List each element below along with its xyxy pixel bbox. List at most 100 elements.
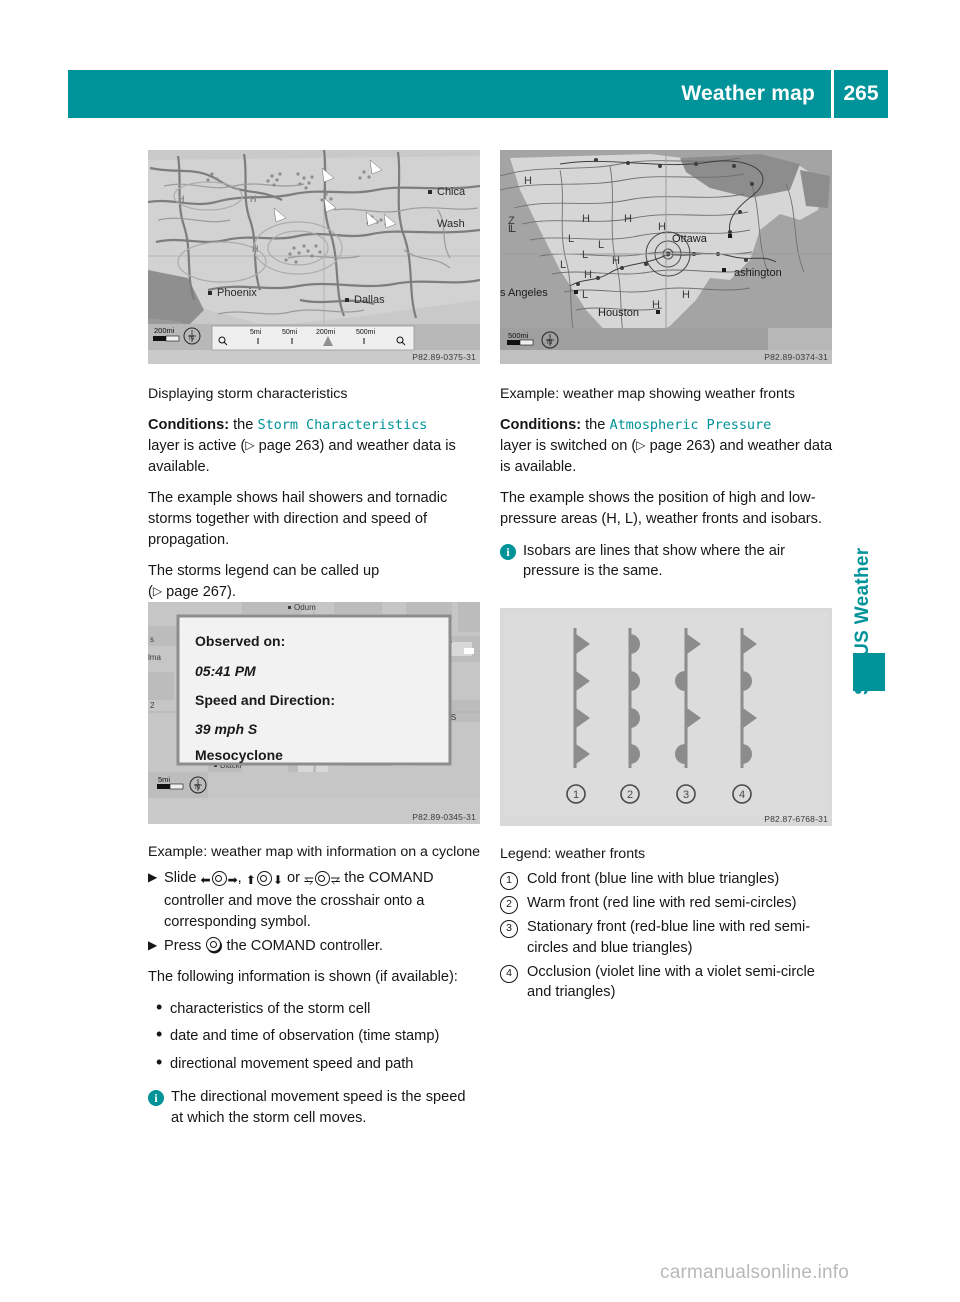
map-label-phoenix: Phoenix — [217, 287, 257, 299]
instruction-step-slide: ▶ Slide ⬅ ➡, ⬆ ⬇ or ⥧ ⥩ the COMAND controll… — [148, 868, 480, 932]
conditions-the: the — [585, 417, 606, 434]
step1-comma: , — [237, 870, 242, 887]
left-text-column-lower: Example: weather map with information on… — [148, 836, 480, 1139]
svg-text:Z: Z — [508, 215, 515, 227]
conditions-label: Conditions: — [148, 417, 230, 434]
conditions-rest-a: layer is active ( — [148, 437, 246, 454]
figure-fronts-diagram: 1 2 3 4 P82.87-6768-31 — [500, 608, 832, 826]
page-title: Weather map — [681, 82, 815, 105]
list-item: • date and time of observation (time sta… — [148, 1024, 480, 1047]
comand-slide-horizontal-icon: ⬅ ➡ — [200, 871, 238, 888]
figure-code: P82.87-6768-31 — [764, 814, 828, 824]
svg-text:2: 2 — [150, 701, 155, 710]
step2-verb: Press — [164, 938, 202, 955]
page-reference-263[interactable]: page 263 — [259, 438, 320, 454]
bullet-icon: • — [156, 1024, 163, 1045]
svg-text:H: H — [682, 289, 690, 301]
header-title-bar: Weather map — [68, 70, 831, 118]
left-text-column: Displaying storm characteristics Conditi… — [148, 378, 480, 614]
info-icon: i — [148, 1089, 164, 1106]
svg-text:H: H — [582, 213, 590, 225]
storms-legend-close: ). — [227, 584, 236, 601]
legend-number: 2 — [500, 896, 518, 915]
legend-label: Cold front (blue line with blue triangle… — [527, 871, 780, 888]
map-label-houston: Houston — [598, 307, 639, 319]
svg-text:L: L — [598, 239, 604, 251]
right-legend-column: Legend: weather fronts 1 Cold front (blu… — [500, 838, 838, 1006]
info-note-text: The directional movement speed is the sp… — [171, 1088, 466, 1126]
cyclone-map-graphic: Odum Blackl s lma 2 ux, S us, S us, S 8 … — [148, 602, 480, 824]
popup-speed-label: Speed and Direction: — [195, 692, 335, 708]
svg-text:N: N — [189, 335, 194, 342]
svg-text:H: H — [252, 244, 259, 254]
popup-observed-label: Observed on: — [195, 633, 285, 649]
instruction-step-press: ▶ Press the COMAND controller. — [148, 936, 480, 957]
map-label-dallas: Dallas — [354, 294, 385, 306]
comand-press-icon — [206, 937, 222, 953]
conditions-paragraph-left: Conditions: the Storm Characteristics la… — [148, 415, 480, 477]
page-header: Weather map 265 — [68, 70, 888, 118]
example-paragraph-left: The example shows hail showers and torna… — [148, 490, 448, 548]
legend-number: 4 — [500, 964, 518, 983]
map-label-washington: Wash — [437, 218, 465, 230]
storms-legend-paragraph: The storms legend can be called up (▷ pa… — [148, 563, 380, 601]
info-icon: i — [500, 543, 516, 560]
info-note-left: i The directional movement speed is the … — [148, 1087, 480, 1128]
page-reference-267[interactable]: page 267 — [166, 584, 227, 600]
side-tab-marker — [853, 653, 885, 691]
svg-text:H: H — [624, 213, 632, 225]
popup-speed-value: 39 mph S — [195, 721, 258, 737]
layer-name-storm-characteristics: Storm Characteristics — [257, 417, 428, 434]
figure-code: P82.89-0374-31 — [764, 352, 828, 362]
svg-text:5mi: 5mi — [250, 329, 262, 336]
step1-verb: Slide — [164, 870, 197, 887]
svg-text:H: H — [250, 194, 257, 204]
legend-item-occlusion: 4 Occlusion (violet line with a violet s… — [500, 962, 838, 1003]
legend-item-warm-front: 2 Warm front (red line with red semi-cir… — [500, 893, 838, 915]
bullet-icon: • — [156, 996, 163, 1017]
svg-text:L: L — [582, 289, 588, 301]
step2-rest: the COMAND controller. — [226, 938, 383, 955]
page-ref-icon: ▷ — [636, 437, 646, 452]
storm-map-graphic: H H H Phoenix Dallas Chica Wash 200mi N … — [148, 150, 480, 364]
svg-text:H: H — [658, 221, 666, 233]
page-number: 265 — [834, 70, 888, 118]
conditions-label: Conditions: — [500, 417, 582, 434]
popup-type-value: Mesocyclone — [195, 747, 283, 763]
bullet-text: directional movement speed and path — [170, 1056, 414, 1073]
svg-text:s: s — [150, 635, 154, 644]
svg-text:5mi: 5mi — [158, 775, 170, 784]
svg-text:L: L — [560, 259, 566, 271]
svg-text:L: L — [568, 233, 574, 245]
conditions-the: the — [233, 417, 254, 434]
comand-slide-diagonal-icon: ⥧ ⥩ — [304, 871, 341, 888]
svg-text:500mi: 500mi — [356, 329, 376, 336]
info-note-text: Isobars are lines that show where the ai… — [523, 542, 786, 580]
bullet-icon: • — [156, 1052, 163, 1073]
svg-text:4: 4 — [739, 789, 745, 801]
example-paragraph-right: The example shows the position of high a… — [500, 490, 823, 528]
legend-label: Warm front (red line with red semi-circl… — [527, 895, 797, 912]
svg-text:200mi: 200mi — [154, 326, 175, 335]
map-label-los-angeles: s Angeles — [500, 287, 548, 299]
site-watermark: carmanualsonline.info — [660, 1262, 850, 1283]
fronts-diagram-graphic: 1 2 3 4 — [500, 608, 832, 826]
legend-label: Occlusion (violet line with a violet sem… — [527, 963, 815, 1001]
legend-item-cold-front: 1 Cold front (blue line with blue triang… — [500, 869, 838, 891]
svg-text:N: N — [195, 784, 200, 791]
pressure-map-graphic: H H H H H H H H L L L L L L L Z Ottawa a… — [500, 150, 832, 364]
svg-text:N: N — [547, 339, 552, 346]
list-item: • characteristics of the storm cell — [148, 996, 480, 1020]
page-reference-263[interactable]: page 263 — [650, 438, 711, 454]
svg-text:L: L — [582, 249, 588, 261]
map-label-chicago: Chica — [437, 186, 466, 198]
figure-caption-cyclone: Example: weather map with information on… — [148, 844, 480, 860]
popup-observed-value: 05:41 PM — [195, 663, 256, 679]
legend-label: Stationary front (red-blue line with red… — [527, 919, 811, 956]
step-arrow-icon: ▶ — [148, 938, 158, 953]
right-text-column: Example: weather map showing weather fro… — [500, 378, 838, 593]
step1-or: or — [286, 870, 300, 887]
conditions-rest-a: layer is switched on ( — [500, 437, 637, 454]
legend-title: Legend: weather fronts — [500, 846, 646, 862]
storms-legend-text: The storms legend can be called up — [148, 563, 380, 580]
